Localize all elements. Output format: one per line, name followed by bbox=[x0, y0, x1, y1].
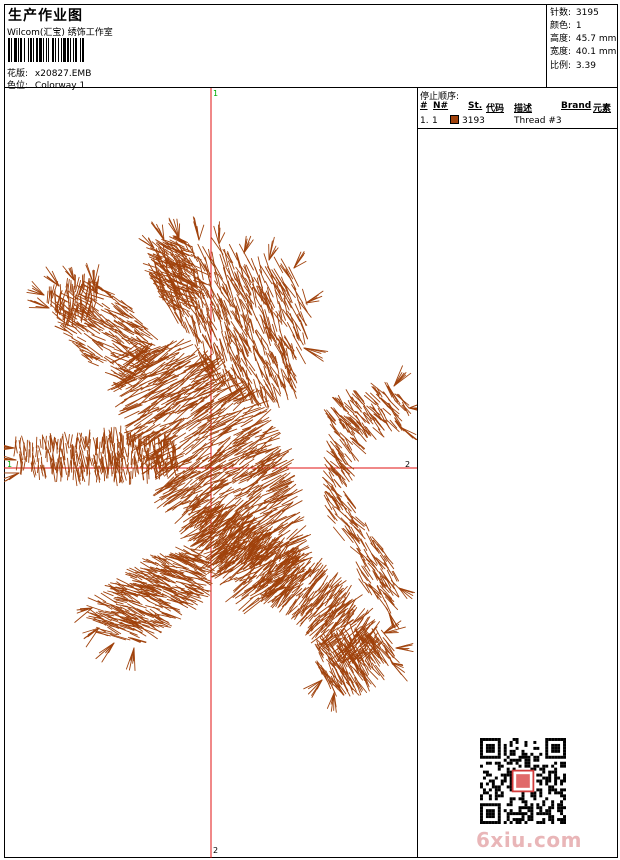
stop-divider bbox=[418, 128, 618, 129]
stat-label: 颜色: bbox=[550, 21, 572, 31]
header-left: 生产作业图 Wilcom(汇宝) 绣饰工作室 花版: x20827.EMB 色位… bbox=[4, 4, 547, 91]
axis-label-bottom: 2 bbox=[213, 846, 219, 855]
stat-value: 3.39 bbox=[575, 61, 596, 71]
stat-height: 高度: 45.7 mm bbox=[550, 31, 616, 44]
stat-stitches: 针数: 3195 bbox=[550, 5, 599, 18]
stat-label: 宽度: bbox=[550, 47, 572, 57]
thread-color-swatch bbox=[450, 115, 459, 124]
col-desc: 描述 bbox=[514, 104, 533, 114]
design-canvas[interactable]: 1 2 1 2 bbox=[4, 88, 418, 858]
stat-value: 45.7 mm bbox=[575, 34, 617, 44]
col-num: # bbox=[420, 101, 428, 111]
axis-label-left: 1 bbox=[7, 460, 13, 469]
col-brand: Brand bbox=[561, 101, 592, 111]
stat-scale: 比例: 3.39 bbox=[550, 58, 596, 71]
row-n: 1 bbox=[432, 116, 438, 126]
row-code: 3193 bbox=[462, 116, 485, 126]
design-svg bbox=[4, 88, 417, 858]
page-title: 生产作业图 bbox=[8, 8, 83, 24]
watermark: 6xiu.com bbox=[476, 828, 582, 852]
stat-label: 高度: bbox=[550, 34, 572, 44]
stat-label: 比例: bbox=[550, 61, 572, 71]
stat-width: 宽度: 40.1 mm bbox=[550, 44, 616, 57]
stat-value: 1 bbox=[575, 21, 582, 31]
qr-code-icon bbox=[480, 738, 566, 824]
stats-panel: 针数: 3195 颜色: 1 高度: 45.7 mm 宽度: 40.1 mm 比… bbox=[547, 4, 618, 88]
col-code: 代码 bbox=[486, 104, 505, 114]
col-n: N# bbox=[433, 101, 449, 111]
barcode-icon bbox=[8, 38, 136, 62]
stat-label: 针数: bbox=[550, 8, 572, 18]
col-element: 元素 bbox=[593, 104, 612, 114]
company-name: Wilcom(汇宝) 绣饰工作室 bbox=[7, 28, 113, 38]
axis-label-top: 1 bbox=[213, 89, 219, 98]
row-num: 1. bbox=[420, 116, 429, 126]
row-desc: Thread #3 bbox=[514, 116, 562, 126]
axis-label-right: 2 bbox=[405, 460, 411, 469]
stat-value: 40.1 mm bbox=[575, 47, 617, 57]
stat-value: 3195 bbox=[575, 8, 599, 18]
col-st: St. bbox=[468, 101, 483, 111]
stat-colors: 颜色: 1 bbox=[550, 18, 582, 31]
